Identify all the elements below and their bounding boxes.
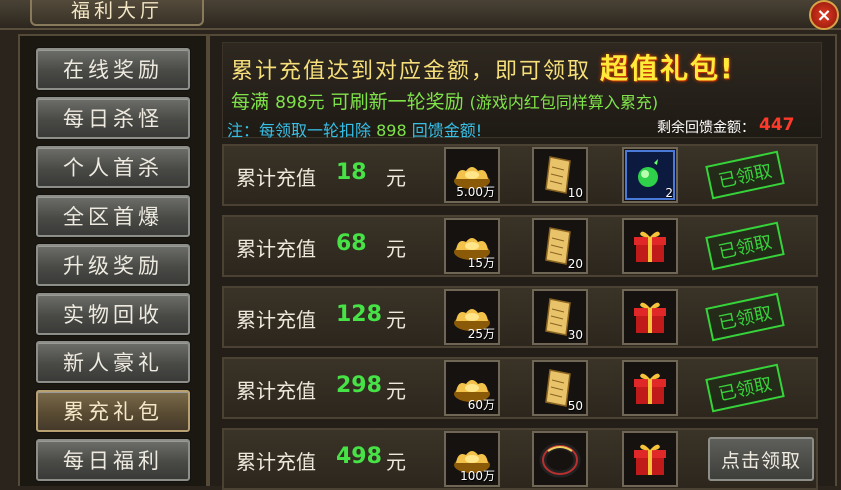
banner-highlight-text: 超值礼包!	[600, 52, 735, 85]
row-label: 累计充值	[236, 379, 316, 403]
window-title: 福利大厅	[70, 0, 163, 22]
row-amount: 128	[336, 302, 382, 327]
banner-deduct-note: 注：每领取一轮扣除 898 回馈金额!	[227, 117, 482, 141]
remaining-label: 剩余回馈金额：	[657, 120, 755, 136]
window-top-frame: 福利大厅 ×	[0, 0, 841, 30]
row-unit: 元	[386, 237, 406, 261]
reward-count: 25万	[467, 327, 495, 341]
info-banner: 累计充值达到对应金额，即可领取 超值礼包! 每满 898元 可刷新一轮奖励 (游…	[222, 42, 822, 141]
reward-slot[interactable]	[622, 218, 678, 274]
deduct-note-amount: 898	[376, 121, 407, 140]
claim-button[interactable]: 点击领取	[708, 437, 814, 481]
nav-item-newbie-gift[interactable]: 新人豪礼	[36, 341, 190, 383]
row-unit: 元	[386, 450, 406, 474]
window-title-tab: 福利大厅	[30, 0, 204, 26]
reward-slot[interactable]	[622, 360, 678, 416]
deduct-note-suffix: 回馈金额!	[411, 121, 483, 140]
reward-row: 累计充值 298 元 60万 50 已领取	[222, 357, 818, 419]
close-button[interactable]: ×	[809, 0, 839, 30]
reward-slot[interactable]: 10	[532, 147, 588, 203]
reward-count: 60万	[467, 398, 495, 412]
reward-slot[interactable]: 60万	[444, 360, 500, 416]
reward-slot[interactable]: 15万	[444, 218, 500, 274]
row-unit: 元	[386, 166, 406, 190]
claimed-stamp: 已领取	[705, 150, 785, 200]
reward-row: 累计充值 498 元 100万 点击领取	[222, 428, 818, 490]
reward-slot[interactable]: 2	[622, 147, 678, 203]
reward-slot[interactable]: 20	[532, 218, 588, 274]
banner-headline-text: 累计充值达到对应金额，即可领取	[231, 59, 592, 84]
reward-count: 2	[665, 186, 673, 200]
row-amount: 498	[336, 444, 382, 469]
claimed-stamp: 已领取	[705, 221, 785, 271]
banner-headline: 累计充值达到对应金额，即可领取 超值礼包!	[231, 47, 735, 87]
banner-refresh-amount: 898元	[275, 93, 325, 113]
reward-count: 15万	[467, 256, 495, 270]
banner-refresh-suffix: 可刷新一轮奖励	[330, 91, 464, 113]
remaining-amount: 剩余回馈金额： 447	[657, 115, 795, 137]
banner-refresh-note: (游戏内红包同样算入累充)	[469, 93, 659, 112]
nav-item-server-first-drop[interactable]: 全区首爆	[36, 195, 190, 237]
deduct-note-prefix: 注：每领取一轮扣除	[227, 121, 372, 140]
nav-item-level-reward[interactable]: 升级奖励	[36, 244, 190, 286]
banner-refresh-prefix: 每满	[231, 91, 270, 113]
main-panel: 累计充值达到对应金额，即可领取 超值礼包! 每满 898元 可刷新一轮奖励 (游…	[208, 34, 837, 490]
row-amount: 298	[336, 373, 382, 398]
row-label: 累计充值	[236, 237, 316, 261]
sidebar-nav: 在线奖励 每日杀怪 个人首杀 全区首爆 升级奖励 实物回收 新人豪礼 累充礼包 …	[18, 34, 208, 486]
reward-count: 100万	[460, 469, 495, 483]
row-unit: 元	[386, 379, 406, 403]
row-amount: 18	[336, 160, 367, 185]
reward-count: 20	[567, 257, 583, 271]
row-label: 累计充值	[236, 450, 316, 474]
reward-slot[interactable]	[622, 289, 678, 345]
nav-item-recharge-gift[interactable]: 累充礼包	[36, 390, 190, 432]
row-unit: 元	[386, 308, 406, 332]
reward-row: 累计充值 128 元 25万 30 已领取	[222, 286, 818, 348]
nav-item-daily-kill[interactable]: 每日杀怪	[36, 97, 190, 139]
row-label: 累计充值	[236, 308, 316, 332]
reward-slot[interactable]: 25万	[444, 289, 500, 345]
reward-count: 5.00万	[456, 185, 495, 199]
reward-row: 累计充值 18 元 5.00万 10 2 已领取	[222, 144, 818, 206]
reward-slot[interactable]	[532, 431, 588, 487]
claimed-stamp: 已领取	[705, 292, 785, 342]
reward-row: 累计充值 68 元 15万 20 已领取	[222, 215, 818, 277]
close-icon: ×	[816, 4, 832, 26]
reward-slot[interactable]: 100万	[444, 431, 500, 487]
nav-item-daily-welfare[interactable]: 每日福利	[36, 439, 190, 481]
reward-count: 30	[567, 328, 583, 342]
reward-slot[interactable]: 30	[532, 289, 588, 345]
row-label: 累计充值	[236, 166, 316, 190]
nav-item-personal-first-kill[interactable]: 个人首杀	[36, 146, 190, 188]
banner-refresh-line: 每满 898元 可刷新一轮奖励 (游戏内红包同样算入累充)	[231, 87, 658, 114]
reward-count: 50	[567, 399, 583, 413]
row-amount: 68	[336, 231, 367, 256]
reward-slot[interactable]: 5.00万	[444, 147, 500, 203]
reward-slot[interactable]: 50	[532, 360, 588, 416]
nav-item-item-recycle[interactable]: 实物回收	[36, 293, 190, 335]
reward-count: 10	[567, 186, 583, 200]
reward-slot[interactable]	[622, 431, 678, 487]
claimed-stamp: 已领取	[705, 363, 785, 413]
remaining-value: 447	[759, 115, 795, 135]
nav-item-online-reward[interactable]: 在线奖励	[36, 48, 190, 90]
